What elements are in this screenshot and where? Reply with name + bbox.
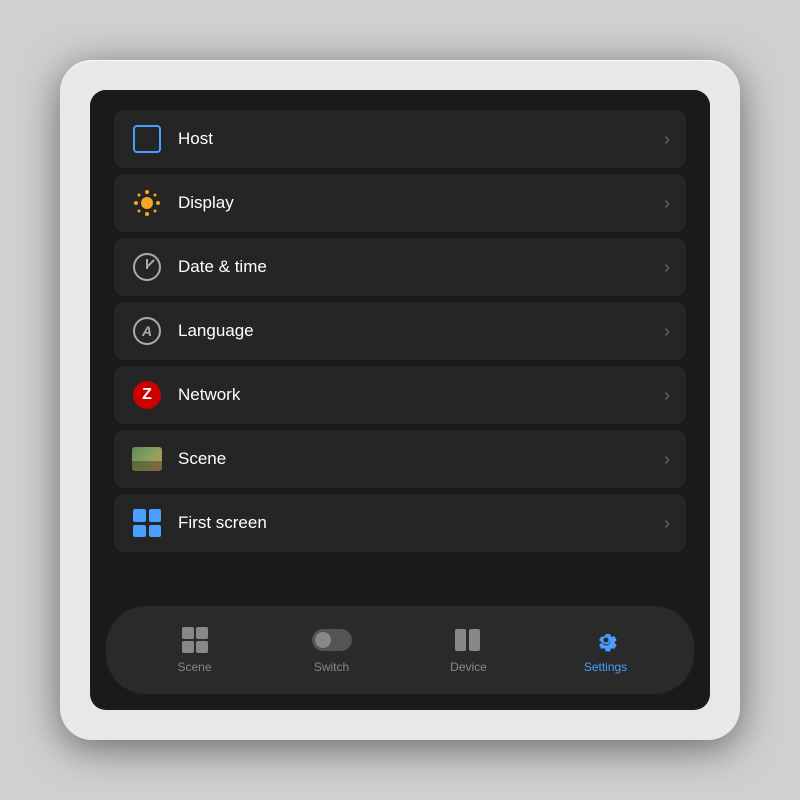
scene-chevron: › (664, 449, 670, 470)
datetime-label: Date & time (178, 257, 664, 277)
language-icon: A (130, 314, 164, 348)
nav-item-device[interactable]: Device (429, 618, 509, 682)
host-label: Host (178, 129, 664, 149)
nav-scene-icon (182, 626, 208, 654)
menu-item-datetime[interactable]: Date & time › (114, 238, 686, 296)
display-chevron: › (664, 193, 670, 214)
menu-item-scene[interactable]: Scene › (114, 430, 686, 488)
nav-settings-label: Settings (584, 660, 627, 674)
display-icon (130, 186, 164, 220)
host-icon (130, 122, 164, 156)
menu-item-network[interactable]: Z Network › (114, 366, 686, 424)
nav-switch-label: Switch (314, 660, 349, 674)
network-icon: Z (130, 378, 164, 412)
scene-menu-label: Scene (178, 449, 664, 469)
device-screen: Host › (90, 90, 710, 710)
host-chevron: › (664, 129, 670, 150)
menu-item-host[interactable]: Host › (114, 110, 686, 168)
menu-item-firstscreen[interactable]: First screen › (114, 494, 686, 552)
main-content: Host › (90, 90, 710, 606)
network-chevron: › (664, 385, 670, 406)
menu-item-display[interactable]: Display › (114, 174, 686, 232)
nav-settings-icon (593, 626, 619, 654)
firstscreen-chevron: › (664, 513, 670, 534)
nav-device-icon (455, 626, 483, 654)
nav-item-switch[interactable]: Switch (292, 618, 372, 682)
datetime-chevron: › (664, 257, 670, 278)
nav-item-scene[interactable]: Scene (155, 618, 235, 682)
nav-switch-icon (312, 626, 352, 654)
device-outer: Host › (60, 60, 740, 740)
language-label: Language (178, 321, 664, 341)
menu-item-language[interactable]: A Language › (114, 302, 686, 360)
scene-menu-icon (130, 442, 164, 476)
firstscreen-icon (130, 506, 164, 540)
nav-scene-label: Scene (177, 660, 211, 674)
display-label: Display (178, 193, 664, 213)
firstscreen-label: First screen (178, 513, 664, 533)
datetime-icon (130, 250, 164, 284)
nav-device-label: Device (450, 660, 487, 674)
network-label: Network (178, 385, 664, 405)
bottom-nav: Scene Switch Device (106, 606, 694, 694)
nav-item-settings[interactable]: Settings (566, 618, 646, 682)
language-chevron: › (664, 321, 670, 342)
